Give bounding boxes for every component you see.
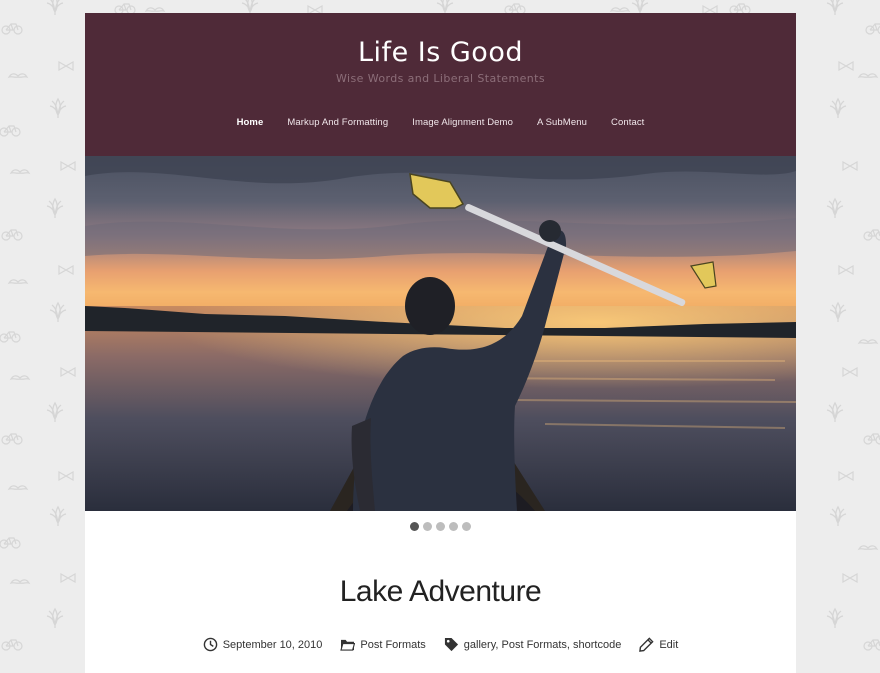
nav-item-a-submenu[interactable]: A SubMenu: [525, 117, 599, 128]
folder-icon: [340, 639, 356, 651]
post-edit: Edit: [639, 637, 678, 652]
post-category-link[interactable]: Post Formats: [360, 639, 425, 651]
hero-photo: [85, 156, 796, 511]
pencil-icon: [639, 637, 654, 652]
slider-dot-3[interactable]: [436, 522, 445, 531]
tag-icon: [444, 637, 458, 652]
post-tags: gallery, Post Formats, shortcode: [444, 637, 622, 652]
nav-item-contact[interactable]: Contact: [599, 117, 656, 128]
page-container: Life Is Good Wise Words and Liberal Stat…: [85, 13, 796, 673]
slider-dot-1[interactable]: [410, 522, 419, 531]
nav-item-home[interactable]: Home: [225, 117, 276, 128]
clock-icon: [203, 637, 217, 652]
slider-dot-2[interactable]: [423, 522, 432, 531]
slider-dot-5[interactable]: [462, 522, 471, 531]
nav-item-image-alignment-demo[interactable]: Image Alignment Demo: [400, 117, 525, 128]
featured-slider-image[interactable]: [85, 156, 796, 511]
site-title[interactable]: Life Is Good: [85, 37, 796, 68]
post-category: Post Formats: [340, 638, 426, 651]
site-description: Wise Words and Liberal Statements: [336, 72, 545, 85]
post-title[interactable]: Lake Adventure: [85, 575, 796, 609]
slider-pagination: [85, 522, 796, 531]
nav-item-markup-and-formatting[interactable]: Markup And Formatting: [275, 117, 400, 128]
slider-dot-4[interactable]: [449, 522, 458, 531]
post-meta: September 10, 2010 Post Formats gallery,…: [85, 637, 796, 652]
post-date: September 10, 2010: [203, 637, 323, 652]
post-tags-links[interactable]: gallery, Post Formats, shortcode: [464, 639, 622, 651]
post-date-link[interactable]: September 10, 2010: [223, 639, 323, 651]
edit-post-link[interactable]: Edit: [659, 639, 678, 651]
site-header: Life Is Good Wise Words and Liberal Stat…: [85, 13, 796, 156]
main-navigation: Home Markup And Formatting Image Alignme…: [85, 117, 796, 128]
